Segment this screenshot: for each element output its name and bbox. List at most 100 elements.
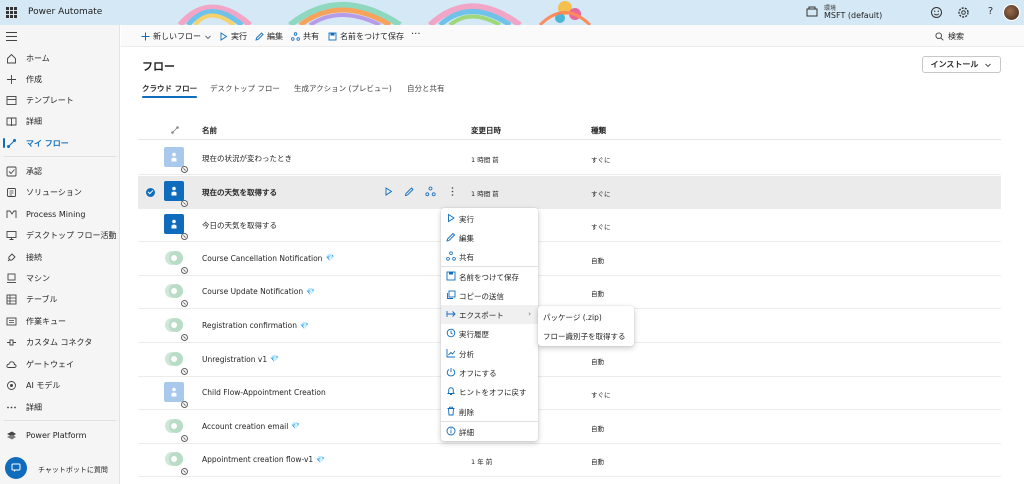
- nav-item-home[interactable]: ホーム: [0, 48, 120, 68]
- menu-item-share[interactable]: 共有: [441, 247, 538, 266]
- nav-item-approvals[interactable]: 承認: [0, 161, 120, 181]
- more-options-icon[interactable]: [447, 186, 458, 197]
- column-type[interactable]: 種類: [591, 125, 606, 136]
- play-icon: [448, 213, 455, 223]
- tab-shared-with-me[interactable]: 自分と共有: [407, 83, 445, 94]
- flow-name[interactable]: Unregistration v1 💎: [202, 355, 279, 364]
- edit-button[interactable]: 編集: [255, 31, 283, 42]
- table-row[interactable]: 現在の天気を取得する 1 時間 前 すぐに: [138, 175, 1001, 209]
- menu-item-edit[interactable]: 編集: [441, 228, 538, 247]
- gear-icon[interactable]: [957, 6, 970, 19]
- nav-item-machines[interactable]: マシン: [0, 268, 120, 288]
- chat-icon: [11, 463, 21, 472]
- app-name[interactable]: Power Automate: [28, 7, 102, 17]
- flow-name[interactable]: Child Flow-Appointment Creation: [202, 388, 326, 397]
- new-flow-button[interactable]: 新しいフロー: [141, 31, 215, 42]
- menu-item-run[interactable]: 実行: [441, 209, 538, 228]
- nav-label: テーブル: [26, 294, 58, 304]
- submenu-item-package-zip[interactable]: パッケージ (.zip): [538, 307, 634, 326]
- menu-item-run-history[interactable]: 実行履歴: [441, 324, 538, 343]
- table-row[interactable]: Account creation email 💎 自動: [138, 411, 1001, 444]
- environment-name[interactable]: MSFT (default): [824, 11, 882, 20]
- search-icon: [935, 32, 944, 41]
- menu-item-delete[interactable]: 削除: [441, 402, 538, 421]
- menu-item-save-as[interactable]: 名前をつけて保存: [441, 267, 538, 286]
- table-row[interactable]: Appointment creation flow-v1 💎 1 年 前 自動: [138, 444, 1001, 478]
- hamburger-icon[interactable]: [6, 32, 17, 41]
- solution-icon: [7, 187, 16, 197]
- tab-generative-actions[interactable]: 生成アクション (プレビュー): [294, 83, 392, 94]
- nav-item-more[interactable]: 詳細: [0, 397, 120, 417]
- app-launcher-icon[interactable]: [6, 7, 17, 18]
- menu-item-turn-off[interactable]: オフにする: [441, 363, 538, 382]
- nav-item-my-flows[interactable]: マイ フロー: [0, 133, 120, 153]
- nav-item-ai-models[interactable]: AI モデル: [0, 375, 120, 395]
- nav-item-tables[interactable]: テーブル: [0, 289, 120, 309]
- nav-item-templates[interactable]: テンプレート: [0, 90, 120, 110]
- nav-item-solutions[interactable]: ソリューション: [0, 182, 120, 202]
- avatar[interactable]: [1003, 4, 1020, 21]
- search-box[interactable]: 検索: [935, 31, 964, 42]
- flow-thumbnail-icon: [165, 250, 183, 265]
- plus-icon: [7, 74, 16, 84]
- flow-name[interactable]: Course Cancellation Notification 💎: [202, 254, 334, 263]
- nav-item-work-queues[interactable]: 作業キュー: [0, 311, 120, 331]
- flow-name[interactable]: Course Update Notification 💎: [202, 287, 315, 296]
- menu-item-label: コピーの送信: [459, 292, 504, 301]
- flow-name[interactable]: Appointment creation flow-v1 💎: [202, 455, 325, 464]
- share-row-icon[interactable]: [425, 186, 436, 197]
- table-row[interactable]: 今日の天気を取得する すぐに: [138, 209, 1001, 243]
- run-button[interactable]: 実行: [219, 31, 247, 42]
- table-row[interactable]: Course Update Notification 💎 自動: [138, 276, 1001, 310]
- column-modified[interactable]: 変更日時: [471, 125, 501, 136]
- nav-item-custom-connectors[interactable]: カスタム コネクタ: [0, 332, 120, 352]
- flow-thumbnail-icon: [164, 214, 184, 235]
- nav-item-desktop-flow-activity[interactable]: デスクトップ フロー活動: [0, 225, 120, 245]
- row-selected-check-icon[interactable]: [146, 187, 155, 197]
- nav-item-power-platform[interactable]: Power Platform: [0, 425, 120, 445]
- flow-name[interactable]: Registration confirmation 💎: [202, 321, 309, 330]
- submenu-item-get-flow-identifier[interactable]: フロー識別子を取得する: [538, 326, 634, 345]
- nav-item-gateways[interactable]: ゲートウェイ: [0, 354, 120, 374]
- edit-label: 編集: [267, 32, 283, 41]
- table-row[interactable]: Course Cancellation Notification 💎 自動: [138, 243, 1001, 276]
- nav-item-create[interactable]: 作成: [0, 69, 120, 89]
- desktop-flow-icon: [6, 230, 17, 240]
- menu-item-analytics[interactable]: 分析: [441, 344, 538, 363]
- nav-item-learn[interactable]: 詳細: [0, 111, 120, 131]
- tab-cloud-flows[interactable]: クラウド フロー: [142, 83, 198, 98]
- flow-name[interactable]: 現在の状況が変わったとき: [202, 153, 292, 164]
- menu-item-send-copy[interactable]: コピーの送信: [441, 286, 538, 305]
- install-button[interactable]: インストール: [922, 56, 1001, 73]
- flow-thumbnail-icon: [164, 180, 184, 201]
- nav-label: 作成: [26, 74, 42, 84]
- nav-item-process-mining[interactable]: Process Mining: [0, 204, 120, 224]
- flow-thumbnail-icon: [165, 284, 183, 299]
- edit-row-icon[interactable]: [404, 186, 415, 197]
- tab-desktop-flows[interactable]: デスクトップ フロー: [210, 83, 280, 94]
- flow-name[interactable]: Account creation email 💎: [202, 422, 300, 431]
- power-icon: [446, 368, 456, 377]
- chatbot-label[interactable]: チャットボットに質問: [38, 465, 108, 475]
- help-icon[interactable]: ?: [984, 6, 997, 19]
- table-row[interactable]: 現在の状況が変わったとき 1 時間 前 すぐに: [138, 142, 1001, 175]
- table-row[interactable]: Unregistration v1 💎 自動: [138, 344, 1001, 377]
- more-commands-button[interactable]: ···: [411, 29, 421, 40]
- info-icon: [446, 426, 456, 436]
- share-button[interactable]: 共有: [291, 31, 319, 42]
- flow-name[interactable]: 現在の天気を取得する: [202, 187, 277, 198]
- flow-thumbnail-icon: [165, 418, 183, 433]
- save-as-button[interactable]: 名前をつけて保存: [328, 31, 404, 42]
- table-row[interactable]: Child Flow-Appointment Creation すぐに: [138, 377, 1001, 411]
- flow-name[interactable]: 今日の天気を取得する: [202, 220, 277, 231]
- run-row-icon[interactable]: [383, 186, 394, 197]
- menu-item-tips-off[interactable]: ヒントをオフに戻す: [441, 382, 538, 401]
- menu-item-details[interactable]: 詳細: [441, 422, 538, 441]
- flow-thumbnail-icon: [164, 147, 184, 167]
- smiley-icon[interactable]: [930, 6, 943, 19]
- environment-icon[interactable]: [806, 5, 818, 17]
- nav-item-connections[interactable]: 接続: [0, 247, 120, 267]
- column-name[interactable]: 名前: [202, 125, 217, 136]
- menu-item-export[interactable]: エクスポート ›: [441, 305, 538, 324]
- chatbot-button[interactable]: [5, 457, 27, 479]
